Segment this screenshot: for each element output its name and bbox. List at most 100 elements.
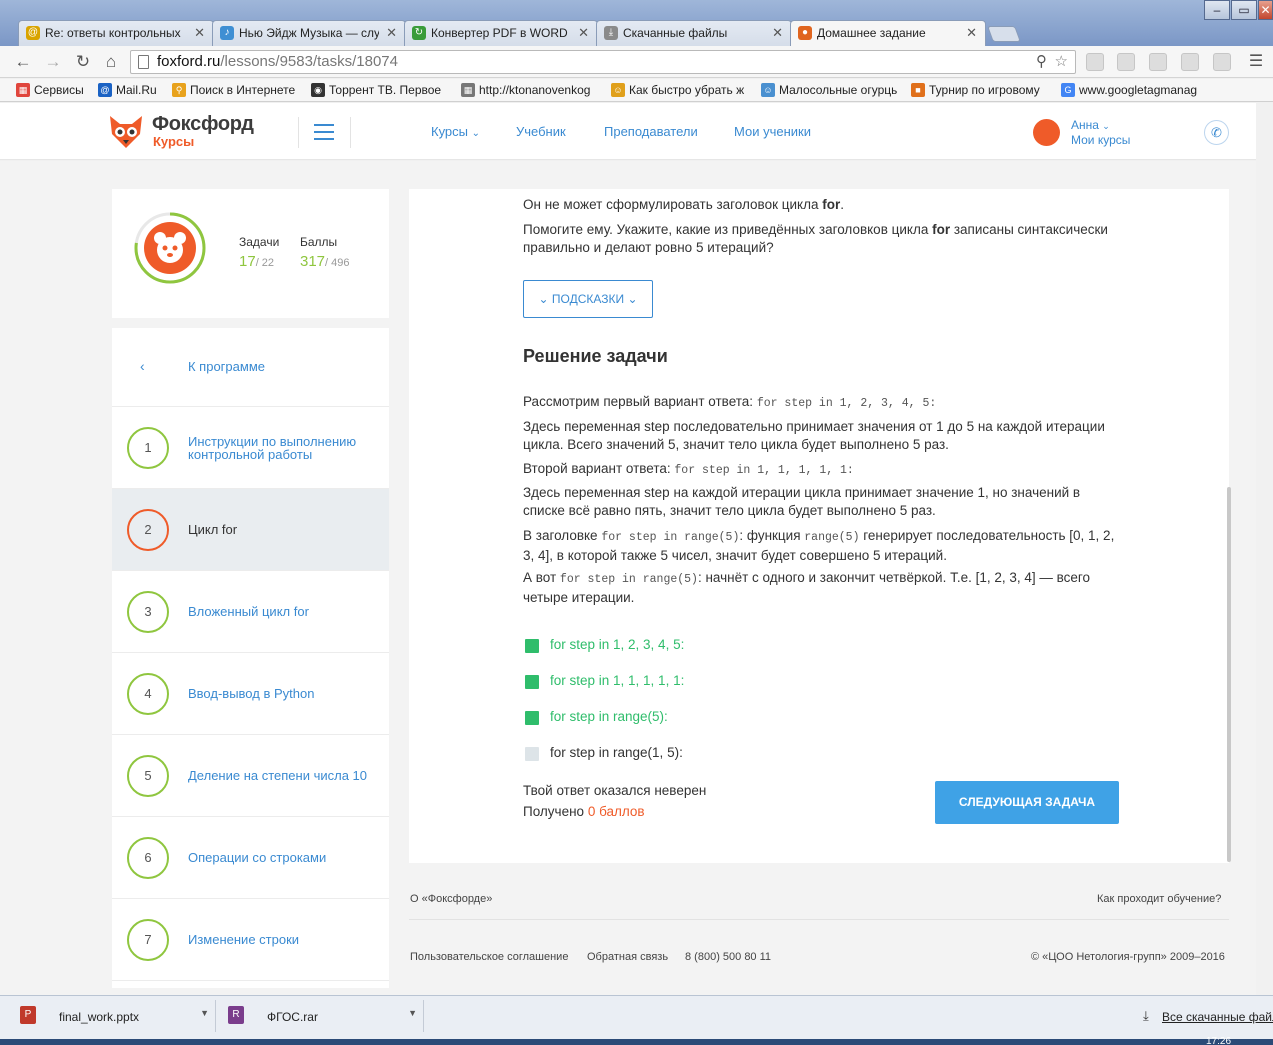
nav-courses[interactable]: Курсы ⌄ (431, 124, 480, 139)
tab-4[interactable]: ⤓ Скачанные файлы ✕ (596, 20, 792, 46)
footer-feedback-link[interactable]: Обратная связь (587, 951, 668, 963)
person-icon: ☺ (761, 83, 775, 97)
footer-phone[interactable]: 8 (800) 500 80 11 (685, 951, 771, 963)
nav-teachers[interactable]: Преподаватели (604, 124, 698, 139)
extension-play-icon[interactable] (1117, 53, 1135, 71)
result-points: Получено 0 баллов (523, 804, 645, 819)
maximize-button[interactable]: ▭ (1231, 0, 1257, 20)
chevron-down-icon[interactable]: ▼ (408, 1008, 417, 1018)
chevron-down-icon: ⌄ (1102, 121, 1110, 131)
extension-icon[interactable] (1149, 53, 1167, 71)
person-icon: ☺ (611, 83, 625, 97)
new-tab-button[interactable] (987, 26, 1021, 42)
bookmark-torrent[interactable]: ◉ Торрент ТВ. Первое (311, 82, 441, 99)
checkbox[interactable] (525, 747, 539, 761)
solution-paragraph: А вот for step in range(5): начнёт с одн… (523, 570, 1091, 605)
lesson-list: ‹ К программе 1 Инструкции по выполнению… (112, 328, 389, 988)
close-icon[interactable]: ✕ (386, 25, 397, 41)
bookmark-search[interactable]: ⚲ Поиск в Интернете (172, 82, 300, 99)
checkbox[interactable] (525, 639, 539, 653)
lesson-item-4[interactable]: 4 Ввод-вывод в Python (112, 653, 389, 735)
download-item[interactable]: R ФГОС.rar ▼ (218, 1000, 424, 1032)
mail-icon: @ (26, 26, 40, 40)
lesson-item-1[interactable]: 1 Инструкции по выполнению контрольной р… (112, 407, 389, 489)
bookmark-ktonanovenkog[interactable]: ▦ http://ktonanovenkog (461, 82, 597, 99)
tab-1[interactable]: @ Re: ответы контрольных ✕ (18, 20, 214, 46)
bookmark-mailru[interactable]: @ Mail.Ru (98, 82, 162, 99)
lesson-item-5[interactable]: 5 Деление на степени числа 10 (112, 735, 389, 817)
fox-logo-icon[interactable] (108, 112, 144, 150)
nav-textbook[interactable]: Учебник (516, 124, 566, 139)
close-icon[interactable]: ✕ (772, 25, 783, 41)
footer-about-link[interactable]: О «Фоксфорде» (410, 893, 492, 905)
bookmark-services[interactable]: ▦ Сервисы (16, 82, 88, 99)
logo-title[interactable]: Фоксфорд (152, 113, 254, 136)
tab-3[interactable]: ↻ Конвертер PDF в WORD ✕ (404, 20, 598, 46)
tab-2[interactable]: ♪ Нью Эйдж Музыка — слу ✕ (212, 20, 406, 46)
minimize-button[interactable]: – (1204, 0, 1230, 20)
extension-icon[interactable] (1086, 53, 1104, 71)
zoom-search-icon[interactable]: ⚲ (1036, 51, 1047, 73)
hamburger-menu-icon[interactable] (314, 124, 334, 140)
footer-agreement-link[interactable]: Пользовательское соглашение (410, 951, 568, 963)
lesson-item-7[interactable]: 7 Изменение строки (112, 899, 389, 981)
tasks-label: Задачи (239, 235, 280, 249)
footer-how-link[interactable]: Как проходит обучение? (1097, 893, 1221, 905)
lesson-number: 1 (127, 427, 169, 469)
bookmark-howto[interactable]: ☺ Как быстро убрать ж (611, 82, 747, 99)
phone-icon[interactable]: ✆ (1204, 120, 1229, 145)
lesson-number: 7 (127, 919, 169, 961)
lesson-item-6[interactable]: 6 Операции со строками (112, 817, 389, 899)
close-icon[interactable]: ✕ (966, 25, 977, 41)
back-arrow-icon[interactable]: ← (12, 51, 34, 73)
lesson-item-3[interactable]: 3 Вложенный цикл for (112, 571, 389, 653)
page-body: Задачи 17/ 22 Баллы 317/ 496 ‹ К програм… (0, 161, 1256, 995)
lesson-label: Операции со строками (188, 850, 327, 865)
extension-icon[interactable] (1213, 53, 1231, 71)
bookmark-tournament[interactable]: ■ Турнир по игровому (911, 82, 1047, 99)
next-task-button[interactable]: СЛЕДУЮЩАЯ ЗАДАЧА (935, 781, 1119, 824)
close-window-button[interactable]: ✕ (1258, 0, 1273, 20)
close-icon[interactable]: ✕ (194, 25, 205, 41)
task-intro: Он не может сформулировать заголовок цик… (523, 197, 844, 212)
bookmark-googletagmanager[interactable]: Gwww.googletagmanag (1061, 82, 1197, 99)
extension-icon[interactable] (1181, 53, 1199, 71)
lesson-label: Цикл for (188, 522, 238, 537)
tab-active[interactable]: ● Домашнее задание ✕ (790, 20, 986, 47)
bookmark-star-icon[interactable]: ☆ (1055, 51, 1068, 73)
nav-my-students[interactable]: Мои ученики (734, 124, 811, 139)
reload-icon[interactable]: ↻ (72, 51, 94, 73)
lesson-label: Изменение строки (188, 932, 300, 947)
content-scroll-thumb[interactable] (1227, 487, 1231, 862)
back-to-program-link[interactable]: ‹ К программе (112, 328, 389, 407)
solution-paragraph: В заголовке for step in range(5): функци… (523, 528, 1115, 563)
hints-button[interactable]: ⌄ ПОДСКАЗКИ ⌄ (523, 280, 653, 318)
checkbox[interactable] (525, 711, 539, 725)
pptx-file-icon: P (20, 1006, 36, 1024)
bookmark-cucumbers[interactable]: ☺ Малосольные огурцы (761, 82, 897, 99)
stats-card: Задачи 17/ 22 Баллы 317/ 496 (112, 189, 389, 318)
menu-icon[interactable]: ☰ (1245, 51, 1267, 73)
eye-icon: ◉ (311, 83, 325, 97)
user-name[interactable]: Анна ⌄ (1071, 118, 1110, 132)
chevron-down-icon[interactable]: ▼ (200, 1008, 209, 1018)
page-scrollbar[interactable] (1256, 103, 1273, 995)
download-item[interactable]: P final_work.pptx ▼ (10, 1000, 216, 1032)
download-icon: ⤓ (604, 26, 618, 40)
browser-tab-strip: @ Re: ответы контрольных ✕ ♪ Нью Эйдж Му… (0, 0, 1273, 47)
task-content: Он не может сформулировать заголовок цик… (409, 189, 1229, 863)
page-icon (138, 55, 149, 69)
avatar[interactable] (1033, 119, 1060, 146)
lesson-item-2[interactable]: 2 Цикл for (112, 489, 389, 571)
clock: 17:26 (1206, 1036, 1232, 1045)
address-bar[interactable]: foxford.ru/lessons/9583/tasks/18074 ⚲ ☆ (130, 50, 1076, 74)
downloads-shelf: P final_work.pptx ▼ R ФГОС.rar ▼ ⤓ Все с… (0, 995, 1273, 1045)
home-icon[interactable]: ⌂ (100, 51, 122, 73)
all-downloads-link[interactable]: Все скачанные файлы (1162, 1010, 1273, 1024)
forward-arrow-icon[interactable]: → (42, 51, 64, 73)
my-courses-link[interactable]: Мои курсы (1071, 133, 1130, 147)
close-icon[interactable]: ✕ (578, 25, 589, 41)
os-taskbar (0, 1039, 1273, 1045)
checkbox[interactable] (525, 675, 539, 689)
points-value: 317/ 496 (300, 253, 350, 270)
